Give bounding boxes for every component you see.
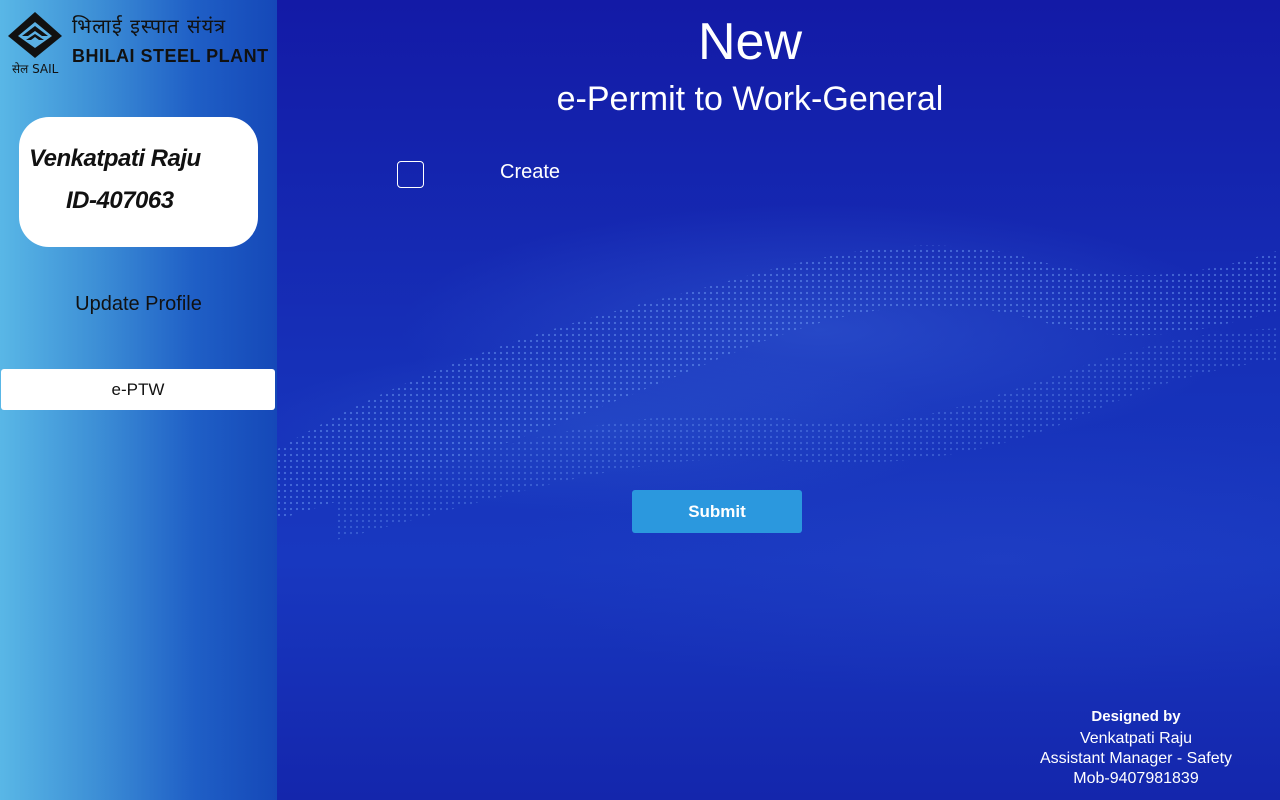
designed-by-heading: Designed by: [1091, 708, 1181, 725]
designer-credits: Designed by Venkatpati Raju Assistant Ma…: [1010, 708, 1262, 789]
designer-name: Venkatpati Raju: [1079, 730, 1193, 747]
bhilai-steel-plant-logo: सेल SAIL भिलाई इस्पात संयंत्र BHILAI STE…: [6, 10, 269, 76]
submit-label: Submit: [688, 501, 746, 521]
sidebar: सेल SAIL भिलाई इस्पात संयंत्र BHILAI STE…: [0, 0, 277, 800]
eptw-button[interactable]: e-PTW: [1, 369, 275, 410]
submit-button[interactable]: Submit: [632, 490, 802, 533]
designer-mobile: Mob-9407981839: [1073, 770, 1199, 787]
sail-logo-icon: [8, 12, 62, 58]
designer-designation: Assistant Manager - Safety: [1039, 750, 1233, 767]
page-title: New: [697, 13, 803, 71]
logo-hindi-text: भिलाई इस्पात संयंत्र: [72, 14, 227, 38]
logo-english-text: BHILAI STEEL PLANT: [72, 46, 269, 66]
user-id: ID-407063: [66, 187, 174, 214]
wave-decoration: [276, 245, 1280, 540]
create-checkbox[interactable]: [397, 161, 424, 188]
user-card: Venkatpati Raju ID-407063: [19, 117, 258, 247]
sail-text: सेल SAIL: [12, 62, 59, 76]
update-profile-link[interactable]: Update Profile: [0, 293, 277, 316]
create-label: Create: [500, 161, 561, 183]
page-subtitle: e-Permit to Work-General: [556, 80, 944, 118]
eptw-label: e-PTW: [111, 379, 165, 399]
user-name: Venkatpati Raju: [29, 145, 201, 172]
